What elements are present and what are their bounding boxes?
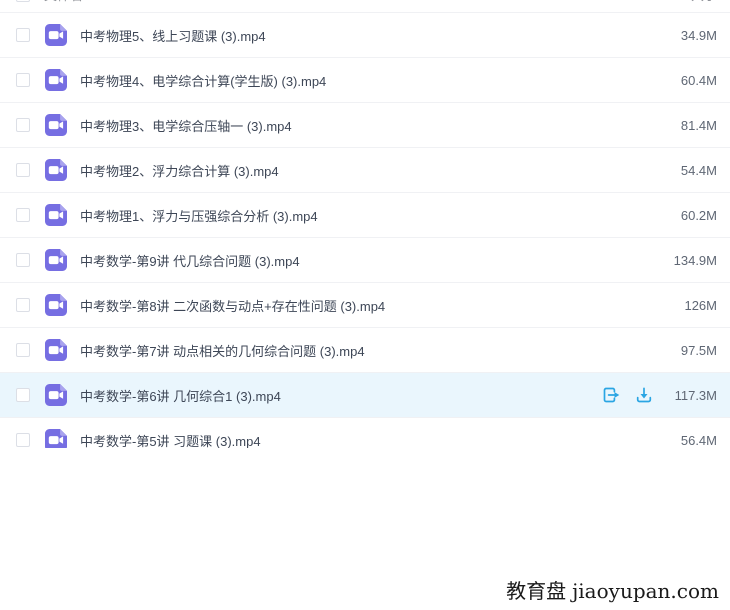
column-header-filename[interactable]: 文件名 [44,0,83,4]
file-name[interactable]: 中考物理3、电学综合压轴一 (3).mp4 [80,116,292,135]
file-row[interactable]: 中考数学-第6讲 几何综合1 (3).mp4 117.3M [0,373,730,418]
file-size: 134.9M [665,253,717,268]
video-file-icon [44,248,68,272]
file-rows-container: 中考物理5、线上习题课 (3).mp4 34.9M [0,13,730,448]
file-row[interactable]: 中考物理1、浮力与压强综合分析 (3).mp4 60.2M [0,193,730,238]
file-name[interactable]: 中考物理1、浮力与压强综合分析 (3).mp4 [80,206,318,225]
download-icon [634,385,654,405]
file-row[interactable]: 中考物理2、浮力综合计算 (3).mp4 54.4M [0,148,730,193]
row-checkbox[interactable] [16,343,30,357]
file-row[interactable]: 中考数学-第7讲 动点相关的几何综合问题 (3).mp4 97.5M [0,328,730,373]
select-all-checkbox[interactable] [16,0,30,2]
file-row[interactable]: 中考数学-第9讲 代几综合问题 (3).mp4 134.9M [0,238,730,283]
file-name[interactable]: 中考数学-第9讲 代几综合问题 (3).mp4 [80,251,300,270]
file-size: 81.4M [665,118,717,133]
row-checkbox[interactable] [16,28,30,42]
file-row[interactable]: 中考物理4、电学综合计算(学生版) (3).mp4 60.4M [0,58,730,103]
row-checkbox[interactable] [16,208,30,222]
file-name[interactable]: 中考物理4、电学综合计算(学生版) (3).mp4 [80,71,326,90]
file-size: 54.4M [665,163,717,178]
column-header-size[interactable]: 大小 [691,0,717,4]
file-size: 117.3M [665,388,717,403]
file-name[interactable]: 中考数学-第8讲 二次函数与动点+存在性问题 (3).mp4 [80,296,385,315]
file-name[interactable]: 中考数学-第7讲 动点相关的几何综合问题 (3).mp4 [80,341,365,360]
watermark-site-name: 教育盘 [506,579,566,603]
row-actions [588,385,654,405]
file-name[interactable]: 中考数学-第5讲 习题课 (3).mp4 [80,431,261,449]
row-checkbox[interactable] [16,73,30,87]
video-file-icon [44,113,68,137]
file-list-header: 文件名 大小 [0,0,730,13]
video-file-icon [44,383,68,407]
watermark-domain: jiaoyupan.com [572,579,719,603]
file-name[interactable]: 中考数学-第6讲 几何综合1 (3).mp4 [80,386,281,405]
video-file-icon [44,23,68,47]
video-file-icon [44,68,68,92]
file-size: 56.4M [665,433,717,448]
save-to-drive-button[interactable] [601,385,621,405]
row-checkbox[interactable] [16,118,30,132]
row-checkbox[interactable] [16,253,30,267]
row-checkbox[interactable] [16,163,30,177]
site-watermark: 教育盘jiaoyupan.com [506,575,719,604]
row-checkbox[interactable] [16,388,30,402]
file-size: 97.5M [665,343,717,358]
row-checkbox[interactable] [16,433,30,447]
file-size: 60.4M [665,73,717,88]
video-file-icon [44,338,68,362]
file-row[interactable]: 中考数学-第8讲 二次函数与动点+存在性问题 (3).mp4 126M [0,283,730,328]
file-name[interactable]: 中考物理5、线上习题课 (3).mp4 [80,26,266,45]
video-file-icon [44,158,68,182]
file-name[interactable]: 中考物理2、浮力综合计算 (3).mp4 [80,161,279,180]
video-file-icon [44,203,68,227]
save-to-drive-icon [601,385,621,405]
row-checkbox[interactable] [16,298,30,312]
download-button[interactable] [634,385,654,405]
video-file-icon [44,293,68,317]
file-list: 文件名 大小 中考物理5、线上习题课 (3).mp4 [0,0,730,448]
file-row[interactable]: 中考数学-第5讲 习题课 (3).mp4 56.4M [0,418,730,448]
video-file-icon [44,428,68,448]
file-size: 126M [665,298,717,313]
file-size: 60.2M [665,208,717,223]
file-row[interactable]: 中考物理3、电学综合压轴一 (3).mp4 81.4M [0,103,730,148]
file-row[interactable]: 中考物理5、线上习题课 (3).mp4 34.9M [0,13,730,58]
file-size: 34.9M [665,28,717,43]
